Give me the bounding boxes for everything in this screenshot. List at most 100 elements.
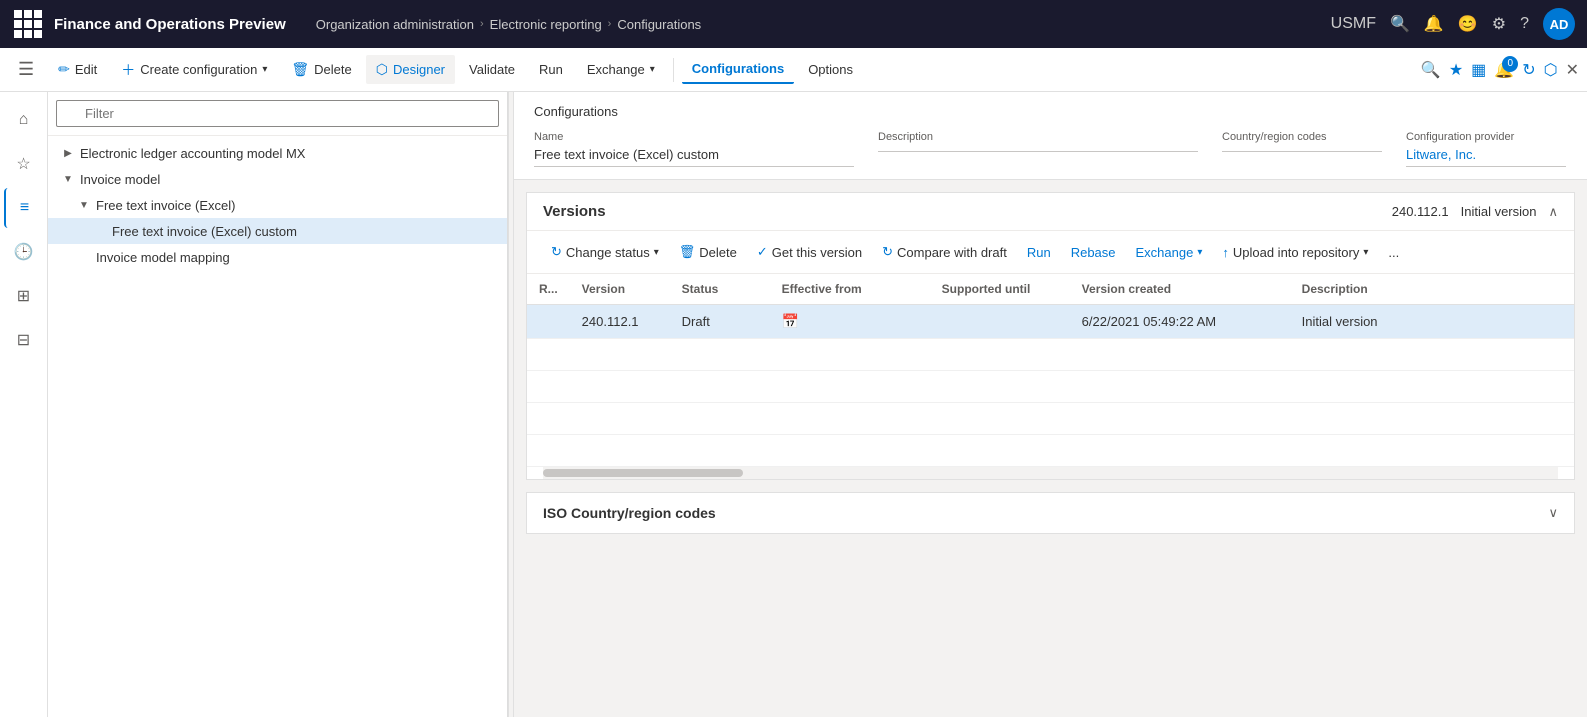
run-button[interactable]: Run	[529, 56, 573, 83]
apps-grid-button[interactable]	[12, 8, 44, 40]
provider-field: Configuration provider Litware, Inc.	[1406, 131, 1566, 167]
provider-label: Configuration provider	[1406, 131, 1566, 143]
options-label: Options	[808, 62, 853, 77]
cmd-search-icon[interactable]: 🔍	[1421, 60, 1441, 80]
search-icon[interactable]: 🔍	[1390, 14, 1410, 34]
nav-grid-icon[interactable]: ⊞	[4, 276, 44, 316]
vtb-run-label: Run	[1027, 245, 1051, 260]
edit-button[interactable]: ✏ Edit	[48, 55, 107, 84]
favorites-icon[interactable]: ★	[1449, 60, 1463, 80]
tree-label-invoice-mapping: Invoice model mapping	[96, 250, 230, 265]
col-header-description: Description	[1290, 274, 1574, 305]
iso-section: ISO Country/region codes ∨	[526, 492, 1575, 534]
iso-chevron-icon: ∨	[1548, 505, 1558, 521]
rebase-label: Rebase	[1071, 245, 1116, 260]
exchange-label: Exchange	[587, 62, 645, 77]
configurations-tab[interactable]: Configurations	[682, 55, 794, 84]
user-avatar[interactable]: AD	[1543, 8, 1575, 40]
refresh-icon[interactable]: ↻	[1522, 60, 1535, 80]
tree-item-invoice-model[interactable]: ▼ Invoice model	[48, 166, 507, 192]
help-icon[interactable]: ?	[1520, 15, 1529, 33]
version-table-header-row: R... Version Status Effective from Suppo…	[527, 274, 1574, 305]
compare-label: Compare with draft	[897, 245, 1007, 260]
open-new-icon[interactable]: ⬡	[1544, 60, 1558, 80]
delete-button[interactable]: 🗑 Delete	[281, 55, 361, 84]
emoji-icon[interactable]: 😊	[1458, 14, 1478, 34]
nav-sidebar: ⌂ ☆ ≡ 🕒 ⊞ ⊟	[0, 92, 48, 717]
exchange-button[interactable]: Exchange ▾	[577, 56, 665, 83]
tree-item-elec-ledger[interactable]: ▶ Electronic ledger accounting model MX	[48, 140, 507, 166]
content-breadcrumb: Configurations	[534, 104, 1567, 119]
country-label: Country/region codes	[1222, 131, 1382, 143]
nav-list-icon[interactable]: ≡	[4, 188, 44, 228]
nav-rows-icon[interactable]: ⊟	[4, 320, 44, 360]
horizontal-scrollbar[interactable]	[543, 467, 1558, 479]
validate-button[interactable]: Validate	[459, 56, 525, 83]
tree-toggle-free-text-excel[interactable]: ▼	[76, 197, 92, 213]
app-title: Finance and Operations Preview	[54, 16, 286, 33]
create-config-label: Create configuration	[140, 62, 257, 77]
get-this-version-button[interactable]: ✓ Get this version	[749, 239, 870, 265]
filter-input[interactable]	[56, 100, 499, 127]
tree-panel: 🔍 ▶ Electronic ledger accounting model M…	[48, 92, 508, 717]
delete-icon: 🗑	[291, 61, 309, 78]
vtb-exchange-button[interactable]: Exchange ▾	[1128, 240, 1211, 265]
cell-effective: 📅	[770, 305, 930, 339]
vtb-delete-button[interactable]: 🗑 Delete	[671, 239, 745, 265]
tree-toggle-invoice-mapping	[76, 249, 92, 265]
tree-item-free-text-excel[interactable]: ▼ Free text invoice (Excel)	[48, 192, 507, 218]
tree-item-free-text-custom[interactable]: Free text invoice (Excel) custom	[48, 218, 507, 244]
table-row-empty-1	[527, 339, 1574, 371]
scrollbar-thumb[interactable]	[543, 469, 743, 477]
tree-label-invoice-model: Invoice model	[80, 172, 160, 187]
tree-content: ▶ Electronic ledger accounting model MX …	[48, 136, 507, 717]
nav-home-icon[interactable]: ⌂	[4, 100, 44, 140]
calendar-icon[interactable]: 📅	[782, 313, 799, 329]
nav-star-icon[interactable]: ☆	[4, 144, 44, 184]
cmd-right: 🔍 ★ ▦ 🔔 0 ↻ ⬡ ✕	[1421, 60, 1579, 80]
table-row-empty-2	[527, 371, 1574, 403]
table-row[interactable]: 240.112.1 Draft 📅 6/22/2021 05:49:22 AM …	[527, 305, 1574, 339]
settings-icon[interactable]: ⚙	[1492, 14, 1506, 34]
tree-toggle-free-text-custom	[92, 223, 108, 239]
breadcrumb-chevron-1: ›	[480, 18, 484, 30]
country-value[interactable]	[1222, 147, 1382, 152]
breadcrumb-electronic-reporting[interactable]: Electronic reporting	[490, 17, 602, 32]
versions-collapse-button[interactable]: ∧	[1548, 204, 1558, 220]
close-icon[interactable]: ✕	[1566, 60, 1579, 80]
change-status-button[interactable]: ↻ Change status ▾	[543, 239, 667, 265]
name-value[interactable]: Free text invoice (Excel) custom	[534, 147, 854, 167]
more-button[interactable]: ...	[1380, 240, 1407, 265]
provider-value[interactable]: Litware, Inc.	[1406, 147, 1566, 167]
notifications-icon[interactable]: 🔔	[1424, 14, 1444, 34]
tree-toggle-elec-ledger[interactable]: ▶	[60, 145, 76, 161]
hamburger-button[interactable]: ☰	[8, 53, 44, 86]
nav-clock-icon[interactable]: 🕒	[4, 232, 44, 272]
rebase-button[interactable]: Rebase	[1063, 240, 1124, 265]
versions-title: Versions	[543, 203, 1392, 220]
cell-status: Draft	[670, 305, 770, 339]
upload-repo-button[interactable]: ↑ Upload into repository ▾	[1214, 240, 1376, 265]
main-layout: ⌂ ☆ ≡ 🕒 ⊞ ⊟ 🔍 ▶ Electronic ledger accoun…	[0, 92, 1587, 717]
compare-with-draft-button[interactable]: ↻ Compare with draft	[874, 239, 1015, 265]
create-config-chevron: ▾	[262, 64, 267, 75]
vtb-run-button[interactable]: Run	[1019, 240, 1059, 265]
get-version-label: Get this version	[772, 245, 862, 260]
cell-version: 240.112.1	[570, 305, 670, 339]
create-configuration-button[interactable]: ＋ Create configuration ▾	[111, 54, 277, 86]
iso-section-header[interactable]: ISO Country/region codes ∨	[527, 493, 1574, 533]
cell-created: 6/22/2021 05:49:22 AM	[1070, 305, 1290, 339]
tree-toggle-invoice-model[interactable]: ▼	[60, 171, 76, 187]
breadcrumb-configurations[interactable]: Configurations	[617, 17, 701, 32]
description-value[interactable]	[878, 147, 1198, 152]
side-panel-icon[interactable]: ▦	[1471, 60, 1486, 80]
plus-icon: ＋	[121, 60, 135, 80]
breadcrumb-org-admin[interactable]: Organization administration	[316, 17, 474, 32]
vtb-exchange-chevron: ▾	[1197, 247, 1202, 258]
col-header-r: R...	[527, 274, 570, 305]
designer-button[interactable]: ⬡ Designer	[366, 55, 455, 84]
cell-supported	[930, 305, 1070, 339]
options-tab[interactable]: Options	[798, 56, 863, 83]
tree-item-invoice-mapping[interactable]: Invoice model mapping	[48, 244, 507, 270]
version-toolbar: ↻ Change status ▾ 🗑 Delete ✓ Get this ve…	[527, 231, 1574, 274]
